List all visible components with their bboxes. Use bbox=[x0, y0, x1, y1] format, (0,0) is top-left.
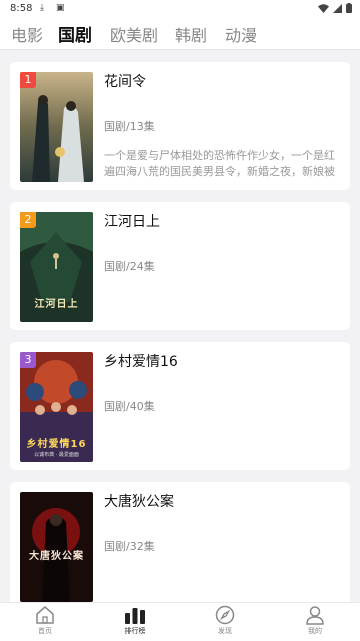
nav-discover-label: 发现 bbox=[218, 627, 232, 635]
notification-icon: ▣ bbox=[56, 3, 65, 13]
user-icon bbox=[306, 606, 324, 625]
battery-icon bbox=[346, 3, 352, 13]
compass-icon bbox=[215, 605, 235, 625]
item-description: 一个是爱与尸体相处的恐怖仵作少女，一个是红遍四海八荒的国民美男县令，新婚之夜，新… bbox=[104, 149, 335, 178]
list-item[interactable]: 1 花间令 国剧/13集 一个是爱与尸体相处的恐怖仵作少女，一个是红遍四海八荒的… bbox=[10, 62, 350, 190]
nav-home-label: 首页 bbox=[38, 627, 52, 635]
nav-discover[interactable]: 发现 bbox=[195, 603, 255, 641]
item-meta: 国剧/24集 bbox=[104, 260, 155, 273]
signal-icon bbox=[333, 3, 342, 13]
item-title: 花间令 bbox=[104, 74, 146, 90]
nav-ranking-label: 排行榜 bbox=[124, 627, 146, 635]
poster-subcaption: 以诚布典 · 最爱面面 bbox=[34, 452, 79, 458]
poster-image: 江河日上 2 bbox=[20, 212, 93, 322]
item-title: 乡村爱情16 bbox=[104, 354, 178, 370]
poster-caption: 乡村爱情16 bbox=[26, 439, 87, 450]
tab-western-drama[interactable]: 欧美剧 bbox=[110, 22, 158, 46]
list-item[interactable]: 江河日上 2 江河日上 国剧/24集 bbox=[10, 202, 350, 330]
list-item[interactable]: 大唐狄公案 大唐狄公案 国剧/32集 bbox=[10, 482, 350, 602]
item-meta: 国剧/40集 bbox=[104, 400, 155, 413]
category-tabs: 电影 国剧 欧美剧 韩剧 动漫 bbox=[0, 18, 360, 50]
ranking-list: 1 花间令 国剧/13集 一个是爱与尸体相处的恐怖仵作少女，一个是红遍四海八荒的… bbox=[0, 50, 360, 602]
item-title: 江河日上 bbox=[104, 214, 160, 230]
nav-profile[interactable]: 我的 bbox=[285, 603, 345, 641]
nav-home[interactable]: 首页 bbox=[15, 603, 75, 641]
tab-anime[interactable]: 动漫 bbox=[225, 22, 257, 46]
status-time: 8:58 bbox=[10, 3, 33, 14]
ranking-icon bbox=[125, 608, 145, 624]
item-meta: 国剧/32集 bbox=[104, 540, 155, 553]
item-meta: 国剧/13集 bbox=[104, 120, 155, 133]
wifi-icon bbox=[318, 3, 329, 13]
rank-badge: 2 bbox=[20, 212, 36, 228]
tab-movies[interactable]: 电影 bbox=[11, 22, 43, 46]
download-icon: ⤓ bbox=[40, 3, 44, 13]
rank-badge: 1 bbox=[20, 72, 36, 88]
poster-caption: 江河日上 bbox=[34, 299, 79, 310]
item-title: 大唐狄公案 bbox=[104, 494, 174, 510]
nav-profile-label: 我的 bbox=[308, 627, 322, 635]
home-icon bbox=[36, 606, 54, 624]
nav-ranking[interactable]: 排行榜 bbox=[105, 603, 165, 641]
tab-korean-drama[interactable]: 韩剧 bbox=[175, 22, 207, 46]
poster-image: 1 bbox=[20, 72, 93, 182]
bottom-navigation: 首页 排行榜 发现 我的 bbox=[0, 602, 360, 641]
list-item[interactable]: 乡村爱情16 以诚布典 · 最爱面面 3 乡村爱情16 国剧/40集 bbox=[10, 342, 350, 470]
poster-image: 大唐狄公案 bbox=[20, 492, 93, 602]
poster-image: 乡村爱情16 以诚布典 · 最爱面面 3 bbox=[20, 352, 93, 462]
tab-chinese-drama[interactable]: 国剧 bbox=[58, 21, 92, 46]
status-bar: 8:58 ⤓ ▣ bbox=[0, 0, 360, 18]
poster-caption: 大唐狄公案 bbox=[29, 551, 84, 562]
rank-badge: 3 bbox=[20, 352, 36, 368]
